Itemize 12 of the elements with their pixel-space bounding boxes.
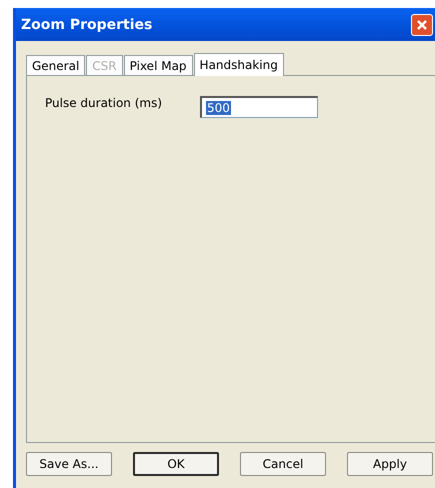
dialog-button[interactable]: Apply	[347, 452, 433, 476]
tab[interactable]: Handshaking	[194, 53, 284, 76]
input-field[interactable]: 500	[200, 96, 318, 118]
close-icon	[416, 18, 428, 30]
dialog-button[interactable]: Cancel	[240, 452, 326, 476]
dialog-button[interactable]: OK	[133, 452, 219, 476]
tab[interactable]: Pixel Map	[124, 55, 193, 75]
close-button[interactable]	[411, 14, 433, 36]
window-title: Zoom Properties	[21, 16, 152, 32]
tab[interactable]: General	[26, 55, 86, 75]
field-label: Pulse duration (ms)	[45, 96, 164, 110]
dialog-button[interactable]: Save As...	[26, 452, 112, 476]
